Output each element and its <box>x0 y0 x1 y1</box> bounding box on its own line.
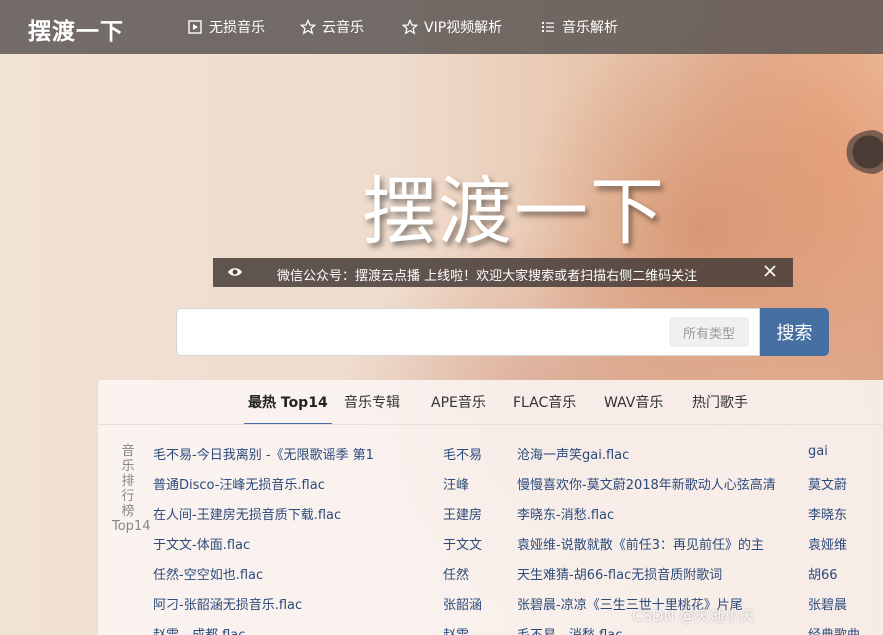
song-artist[interactable]: 汪峰 <box>443 474 503 493</box>
song-artist[interactable]: gai <box>808 444 868 459</box>
nav-item-cloud-music[interactable]: 云音乐 <box>300 17 364 37</box>
eye-icon <box>227 266 243 278</box>
tab-divider <box>98 424 883 425</box>
song-artist[interactable]: 任然 <box>443 564 503 583</box>
search-button[interactable]: 搜索 <box>760 308 829 356</box>
song-title-link[interactable]: 袁娅维-说散就散《前任3：再见前任》的主 <box>517 534 799 553</box>
song-title-link[interactable]: 毛不易-今日我离别 -《无限歌谣季 第1 <box>153 444 435 463</box>
tab-top14[interactable]: 最热 Top14 <box>244 394 332 425</box>
top-nav: 摆渡一下 无损音乐 云音乐 VIP视频解析 音乐解析 <box>0 0 883 54</box>
tab-flac[interactable]: FLAC音乐 <box>513 394 576 424</box>
song-title-link[interactable]: 阿刁-张韶涵无损音乐.flac <box>153 594 435 613</box>
hero-title-text: 摆渡一下 <box>362 169 666 255</box>
nav-item-label: VIP视频解析 <box>424 20 503 36</box>
song-title-link[interactable]: 慢慢喜欢你-莫文蔚2018年新歌动人心弦高清 <box>517 474 799 493</box>
play-square-icon <box>187 19 203 35</box>
song-title-link[interactable]: 普通Disco-汪峰无损音乐.flac <box>153 474 435 493</box>
tab-album[interactable]: 音乐专辑 <box>344 394 400 424</box>
song-artist[interactable]: 袁娅维 <box>808 534 868 553</box>
tab-hot-singers[interactable]: 热门歌手 <box>692 394 748 424</box>
song-title-link[interactable]: 在人间-王建房无损音质下载.flac <box>153 504 435 523</box>
close-icon[interactable] <box>763 264 779 280</box>
song-artist[interactable]: 王建房 <box>443 504 503 523</box>
nav-item-label: 云音乐 <box>322 20 364 36</box>
list-item: 任然-空空如也.flac 任然 天生难猜-胡66-flac无损音质附歌词 胡66 <box>98 564 883 594</box>
tab-wav[interactable]: WAV音乐 <box>604 394 663 424</box>
nav-item-lossless-music[interactable]: 无损音乐 <box>187 17 265 37</box>
list-item: 于文文-体面.flac 于文文 袁娅维-说散就散《前任3：再见前任》的主 袁娅维 <box>98 534 883 564</box>
song-title-link[interactable]: 天生难猜-胡66-flac无损音质附歌词 <box>517 564 799 583</box>
hero-title: 摆渡一下 <box>57 152 883 259</box>
song-artist[interactable]: 赵雷 <box>443 624 503 635</box>
song-title-link[interactable]: 沧海一声笑gai.flac <box>517 444 799 463</box>
song-artist[interactable]: 于文文 <box>443 534 503 553</box>
notice-bar: 微信公众号：摆渡云点播 上线啦！欢迎大家搜索或者扫描右侧二维码关注 <box>213 258 793 287</box>
site-logo[interactable]: 摆渡一下 <box>28 12 124 46</box>
list-icon <box>540 19 556 35</box>
song-artist[interactable]: 张碧晨 <box>808 594 868 613</box>
list-item: 毛不易-今日我离别 -《无限歌谣季 第1 毛不易 沧海一声笑gai.flac g… <box>98 444 883 474</box>
nav-item-vip-video[interactable]: VIP视频解析 <box>402 17 502 37</box>
star-icon <box>300 19 316 35</box>
list-item: 普通Disco-汪峰无损音乐.flac 汪峰 慢慢喜欢你-莫文蔚2018年新歌动… <box>98 474 883 504</box>
song-artist[interactable]: 经典歌曲 <box>808 624 868 635</box>
star-icon <box>402 19 418 35</box>
song-title-link[interactable]: 赵雷 - 成都.flac <box>153 624 435 635</box>
search-box: 所有类型 <box>176 308 760 356</box>
song-title-link[interactable]: 于文文-体面.flac <box>153 534 435 553</box>
song-title-link[interactable]: 任然-空空如也.flac <box>153 564 435 583</box>
list-item: 在人间-王建房无损音质下载.flac 王建房 李晓东-消愁.flac 李晓东 <box>98 504 883 534</box>
nav-item-label: 音乐解析 <box>562 20 618 36</box>
tab-bar: 最热 Top14 音乐专辑 APE音乐 FLAC音乐 WAV音乐 热门歌手 <box>98 394 883 425</box>
type-select-button[interactable]: 所有类型 <box>669 317 749 347</box>
song-artist[interactable]: 李晓东 <box>808 504 868 523</box>
song-artist[interactable]: 莫文蔚 <box>808 474 868 493</box>
watermark: CSDN @天池小天 <box>632 607 755 625</box>
song-title-link[interactable]: 李晓东-消愁.flac <box>517 504 799 523</box>
notice-text: 微信公众号：摆渡云点播 上线啦！欢迎大家搜索或者扫描右侧二维码关注 <box>277 269 698 284</box>
search-input[interactable] <box>177 309 657 355</box>
list-item: 阿刁-张韶涵无损音乐.flac 张韶涵 张碧晨-凉凉《三生三世十里桃花》片尾 张… <box>98 594 883 624</box>
nav-item-label: 无损音乐 <box>209 20 265 36</box>
list-item: 赵雷 - 成都.flac 赵雷 毛不易 - 消愁.flac 经典歌曲 <box>98 624 883 635</box>
song-artist[interactable]: 毛不易 <box>443 444 503 463</box>
nav-item-music-parse[interactable]: 音乐解析 <box>540 17 618 37</box>
tab-ape[interactable]: APE音乐 <box>431 394 486 424</box>
song-artist[interactable]: 胡66 <box>808 564 868 583</box>
ranking-panel: 最热 Top14 音乐专辑 APE音乐 FLAC音乐 WAV音乐 热门歌手 音 … <box>98 380 883 635</box>
song-artist[interactable]: 张韶涵 <box>443 594 503 613</box>
